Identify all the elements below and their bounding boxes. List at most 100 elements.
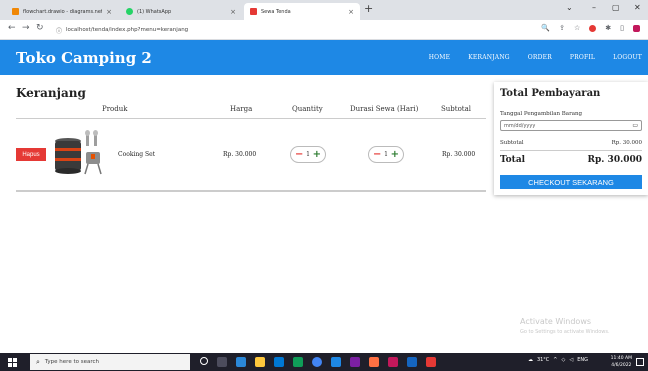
- summary-divider: [500, 150, 642, 151]
- zoom-icon[interactable]: 🔍: [541, 24, 550, 32]
- app-icon[interactable]: [388, 357, 398, 367]
- quantity-stepper: − 1 +: [290, 146, 326, 163]
- duration-value[interactable]: 1: [384, 151, 388, 158]
- minimize-icon[interactable]: –: [592, 3, 596, 12]
- checkout-button[interactable]: CHECKOUT SEKARANG: [500, 175, 642, 189]
- file-explorer-icon[interactable]: [255, 357, 265, 367]
- system-tray: ☁ 31°C ^ ◇ ◁ ENG: [528, 357, 588, 363]
- cortana-icon[interactable]: [200, 357, 208, 365]
- duration-stepper: − 1 +: [368, 146, 404, 163]
- app-icon[interactable]: [350, 357, 360, 367]
- taskbar-search-placeholder: Type here to search: [44, 359, 99, 365]
- maximize-icon[interactable]: ▢: [612, 3, 620, 12]
- browser-address-bar: ← → ↻ ⓘ localhost/tenda/index.php?menu=k…: [0, 20, 648, 40]
- browser-tab-drawio[interactable]: flowchart.drawio - diagrams.net ×: [6, 3, 118, 20]
- pickup-date-field[interactable]: mm/dd/yyyy ▭: [500, 120, 642, 131]
- quantity-decrement-button[interactable]: −: [295, 149, 303, 160]
- windows-taskbar: ⌕ Type here to search ☁ 31°C ^ ◇ ◁ ENG 1…: [0, 353, 648, 371]
- language-indicator[interactable]: ENG: [577, 357, 588, 363]
- extension-icon[interactable]: [589, 24, 597, 32]
- taskbar-clock[interactable]: 11:40 AM 4/6/2022: [611, 355, 632, 369]
- bookmark-star-icon[interactable]: ☆: [574, 24, 580, 32]
- nav-logout[interactable]: LOGOUT: [613, 54, 642, 61]
- share-icon[interactable]: ⇪: [559, 24, 565, 32]
- subtotal-label: Subtotal: [500, 140, 524, 146]
- browser-tab-sewa-tenda[interactable]: Sewa Tenda ×: [244, 3, 360, 20]
- clock-time: 11:40 AM: [610, 356, 632, 361]
- sidebar-icon[interactable]: ▯: [620, 24, 624, 32]
- notification-icon[interactable]: [636, 358, 644, 366]
- weather-temperature[interactable]: 31°C: [537, 357, 549, 363]
- tab-title: flowchart.drawio - diagrams.net: [23, 8, 103, 15]
- subtotal-value: Rp. 30.000: [611, 140, 642, 146]
- close-window-icon[interactable]: ✕: [634, 3, 641, 12]
- column-header-quantity: Quantity: [292, 105, 323, 113]
- app-icon[interactable]: [331, 357, 341, 367]
- total-value: Rp. 30.000: [587, 155, 642, 165]
- app-icon[interactable]: [369, 357, 379, 367]
- url-field[interactable]: ⓘ localhost/tenda/index.php?menu=keranja…: [56, 23, 496, 37]
- weather-icon[interactable]: ☁: [528, 357, 533, 363]
- new-tab-button[interactable]: +: [364, 2, 373, 15]
- task-view-icon[interactable]: [217, 357, 227, 367]
- close-tab-icon[interactable]: ×: [230, 8, 236, 16]
- summary-title: Total Pembayaran: [500, 88, 601, 99]
- quantity-value[interactable]: 1: [306, 151, 310, 158]
- duration-decrement-button[interactable]: −: [373, 149, 381, 160]
- app-icon[interactable]: [274, 357, 284, 367]
- delete-item-button[interactable]: Hapus: [16, 148, 46, 161]
- activate-windows-subtitle: Go to Settings to activate Windows.: [520, 329, 610, 335]
- profile-avatar-icon[interactable]: [633, 24, 640, 32]
- tab-title: Sewa Tenda: [261, 8, 291, 15]
- app-icon[interactable]: [426, 357, 436, 367]
- site-info-icon[interactable]: ⓘ: [56, 26, 62, 35]
- column-header-durasi: Durasi Sewa (Hari): [350, 105, 419, 113]
- item-subtotal: Rp. 30.000: [442, 151, 476, 158]
- activate-windows-title: Activate Windows: [520, 317, 592, 326]
- product-price: Rp. 30.000: [223, 151, 257, 158]
- back-icon[interactable]: ←: [8, 23, 16, 33]
- pickup-date-label: Tanggal Pengambilan Barang: [500, 111, 583, 117]
- app-icon[interactable]: [293, 357, 303, 367]
- drawio-icon: [12, 8, 19, 15]
- volume-icon[interactable]: ◁: [569, 357, 573, 363]
- total-row: Total Rp. 30.000: [500, 155, 642, 165]
- forward-icon[interactable]: →: [22, 23, 30, 33]
- reload-icon[interactable]: ↻: [36, 23, 44, 33]
- column-header-produk: Produk: [102, 105, 128, 113]
- duration-increment-button[interactable]: +: [391, 149, 399, 160]
- browser-toolbar-icons: 🔍 ⇪ ☆ ✱ ▯: [541, 24, 640, 32]
- taskbar-apps: [200, 357, 436, 367]
- browser-tab-whatsapp[interactable]: (1) WhatsApp ×: [120, 3, 242, 20]
- taskbar-search-box[interactable]: ⌕ Type here to search: [30, 354, 190, 370]
- app-icon[interactable]: [236, 357, 246, 367]
- nav-profil[interactable]: PROFIL: [570, 54, 595, 61]
- header-divider: [16, 118, 486, 119]
- app-icon[interactable]: [407, 357, 417, 367]
- nav-order[interactable]: ORDER: [528, 54, 552, 61]
- cooking-set-image: [55, 130, 102, 175]
- nav-home[interactable]: HOME: [429, 54, 450, 61]
- tent-favicon: [250, 8, 257, 15]
- close-tab-icon[interactable]: ×: [106, 8, 112, 16]
- chrome-icon[interactable]: [312, 357, 322, 367]
- search-icon: ⌕: [36, 357, 40, 366]
- product-image: [50, 128, 112, 180]
- payment-summary-card: Total Pembayaran Tanggal Pengambilan Bar…: [494, 82, 648, 195]
- product-name: Cooking Set: [118, 151, 156, 158]
- browser-tab-bar: flowchart.drawio - diagrams.net × (1) Wh…: [0, 0, 648, 20]
- calendar-icon[interactable]: ▭: [632, 122, 638, 129]
- quantity-increment-button[interactable]: +: [313, 149, 321, 160]
- close-tab-icon[interactable]: ×: [348, 8, 354, 16]
- tab-search-icon[interactable]: ⌄: [566, 3, 573, 12]
- extensions-puzzle-icon[interactable]: ✱: [605, 24, 611, 32]
- windows-start-icon[interactable]: [8, 358, 17, 367]
- network-icon[interactable]: ◇: [562, 357, 566, 363]
- row-divider: [16, 190, 486, 192]
- brand-title[interactable]: Toko Camping 2: [16, 49, 152, 67]
- app-navbar: Toko Camping 2 HOME KERANJANG ORDER PROF…: [0, 40, 648, 75]
- nav-keranjang[interactable]: KERANJANG: [468, 54, 510, 61]
- tray-chevron-icon[interactable]: ^: [553, 357, 557, 363]
- column-header-harga: Harga: [230, 105, 253, 113]
- column-header-subtotal: Subtotal: [441, 105, 472, 113]
